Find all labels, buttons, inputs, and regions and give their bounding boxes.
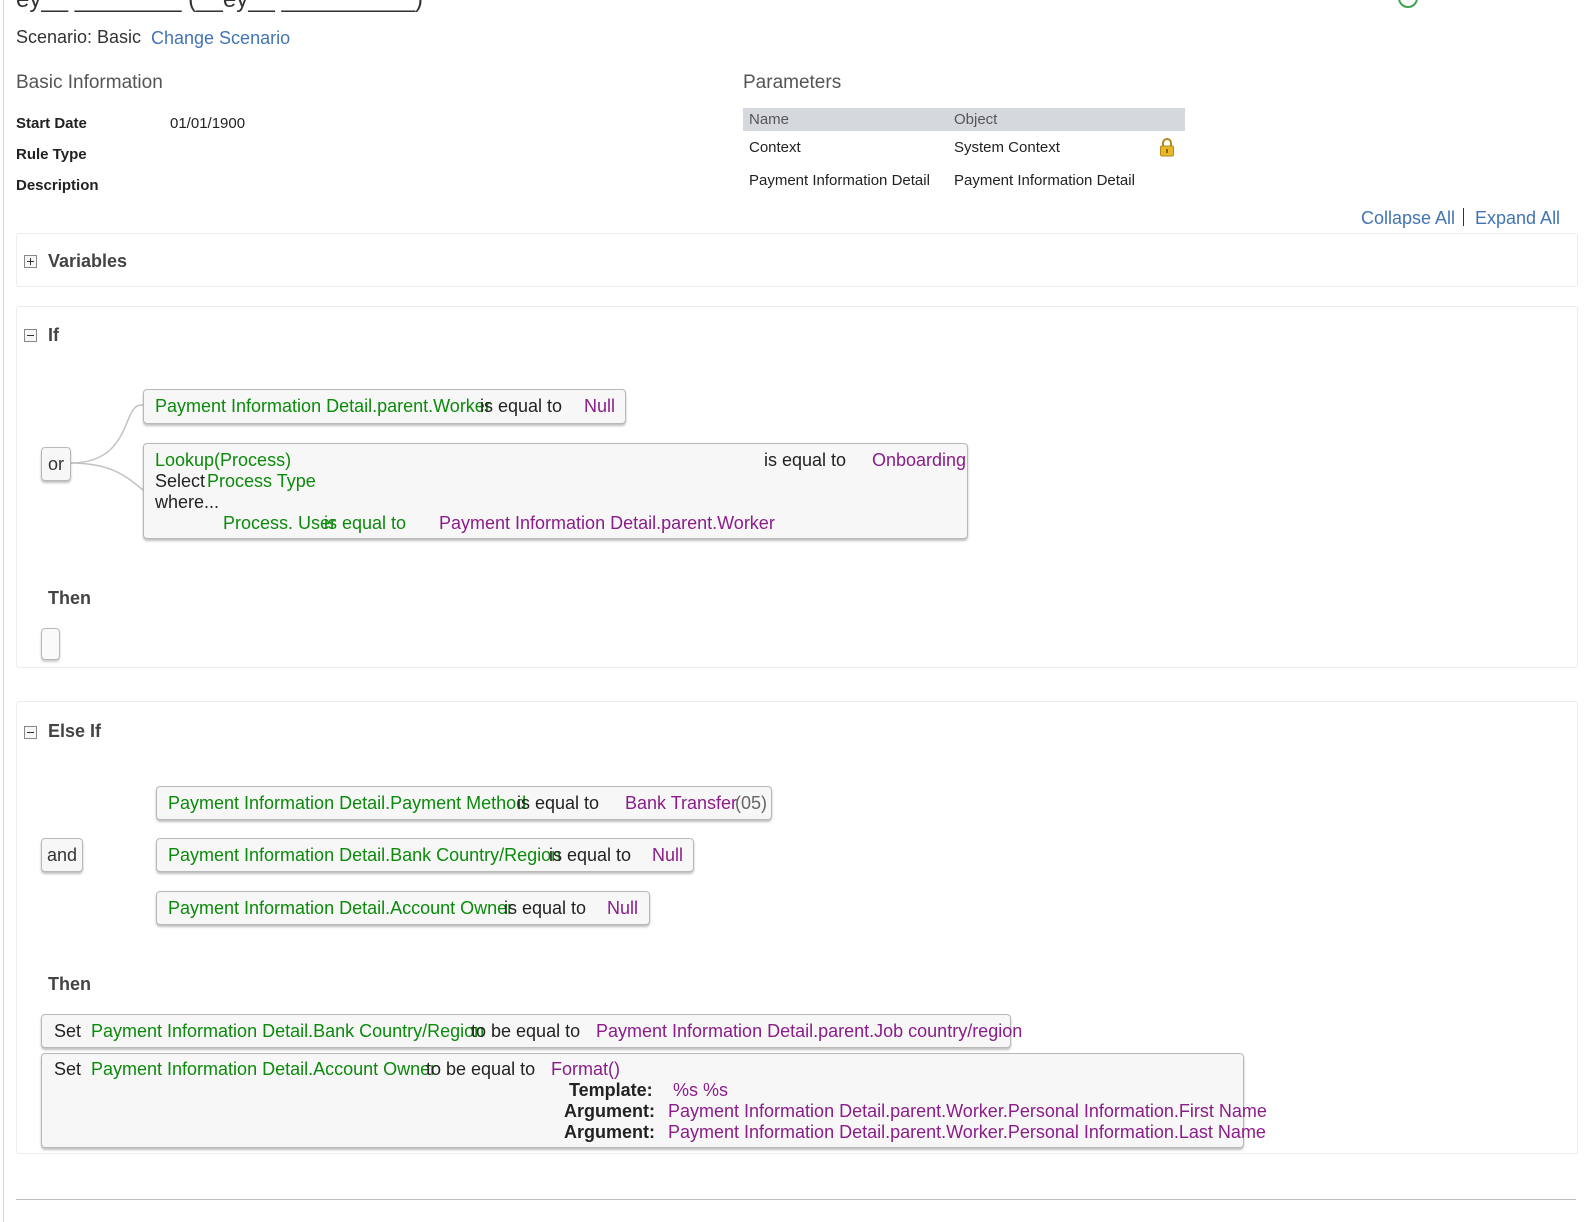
argument-value[interactable]: Payment Information Detail.parent.Worker…	[668, 1122, 1266, 1143]
argument-label: Argument:	[564, 1122, 655, 1142]
where-value[interactable]: Payment Information Detail.parent.Worker	[439, 513, 775, 534]
condition-field[interactable]: Payment Information Detail.parent.Worker	[155, 396, 491, 417]
condition-value[interactable]: Null	[607, 898, 638, 919]
condition-operator[interactable]: is equal to	[480, 396, 562, 417]
else-if-condition-account-owner[interactable]: Payment Information Detail.Account Owner…	[156, 891, 650, 925]
condition-value-code: (05)	[735, 793, 768, 813]
or-operator-button[interactable]: or	[41, 447, 71, 481]
if-condition-lookup-process[interactable]: Lookup(Process) is equal to Onboarding S…	[143, 443, 968, 539]
format-function[interactable]: Format()	[551, 1059, 620, 1080]
condition-operator[interactable]: is equal to	[764, 450, 846, 471]
condition-value[interactable]: Bank Transfer	[625, 793, 737, 814]
condition-operator[interactable]: is equal to	[549, 845, 631, 866]
condition-value[interactable]: Null	[584, 396, 615, 417]
lookup-field[interactable]: Lookup(Process)	[155, 450, 291, 471]
set-action-bank-country[interactable]: Set Payment Information Detail.Bank Coun…	[41, 1014, 1022, 1048]
else-if-condition-bank-country[interactable]: Payment Information Detail.Bank Country/…	[156, 838, 694, 872]
where-field[interactable]: Process. User	[223, 513, 336, 534]
argument-label: Argument:	[564, 1101, 655, 1121]
select-field[interactable]: Process Type	[207, 471, 316, 492]
condition-value[interactable]: Null	[652, 845, 683, 866]
action-operator[interactable]: to be equal to	[426, 1059, 535, 1080]
condition-field[interactable]: Payment Information Detail.Payment Metho…	[168, 793, 526, 814]
where-keyword: where...	[155, 492, 220, 512]
where-operator[interactable]: is equal to	[324, 513, 406, 534]
condition-operator[interactable]: is equal to	[517, 793, 599, 814]
else-if-title[interactable]: Else If	[48, 721, 101, 742]
set-keyword: Set	[54, 1059, 82, 1079]
action-value[interactable]: Payment Information Detail.parent.Job co…	[596, 1021, 1022, 1042]
action-field[interactable]: Payment Information Detail.Bank Country/…	[91, 1021, 484, 1042]
action-operator[interactable]: to be equal to	[471, 1021, 580, 1042]
bottom-divider	[16, 1199, 1576, 1200]
empty-action-slot[interactable]	[41, 628, 60, 660]
collapse-icon[interactable]	[24, 726, 37, 739]
else-if-then-label: Then	[48, 974, 91, 994]
and-operator-button[interactable]: and	[41, 838, 83, 872]
set-action-account-owner[interactable]: Set Payment Information Detail.Account O…	[41, 1053, 1267, 1148]
template-label: Template:	[569, 1080, 653, 1100]
if-condition-worker-null[interactable]: Payment Information Detail.parent.Worker…	[143, 389, 626, 424]
condition-field[interactable]: Payment Information Detail.Account Owner	[168, 898, 513, 919]
set-keyword: Set	[54, 1021, 82, 1041]
argument-value[interactable]: Payment Information Detail.parent.Worker…	[668, 1101, 1267, 1122]
condition-field[interactable]: Payment Information Detail.Bank Country/…	[168, 845, 561, 866]
else-if-condition-payment-method[interactable]: Payment Information Detail.Payment Metho…	[156, 786, 772, 820]
condition-operator[interactable]: is equal to	[504, 898, 586, 919]
select-keyword: Select	[155, 471, 206, 491]
if-then-label: Then	[48, 588, 91, 608]
action-field[interactable]: Payment Information Detail.Account Owner	[91, 1059, 436, 1080]
template-value[interactable]: %s %s	[673, 1080, 728, 1101]
condition-value[interactable]: Onboarding	[872, 450, 966, 471]
